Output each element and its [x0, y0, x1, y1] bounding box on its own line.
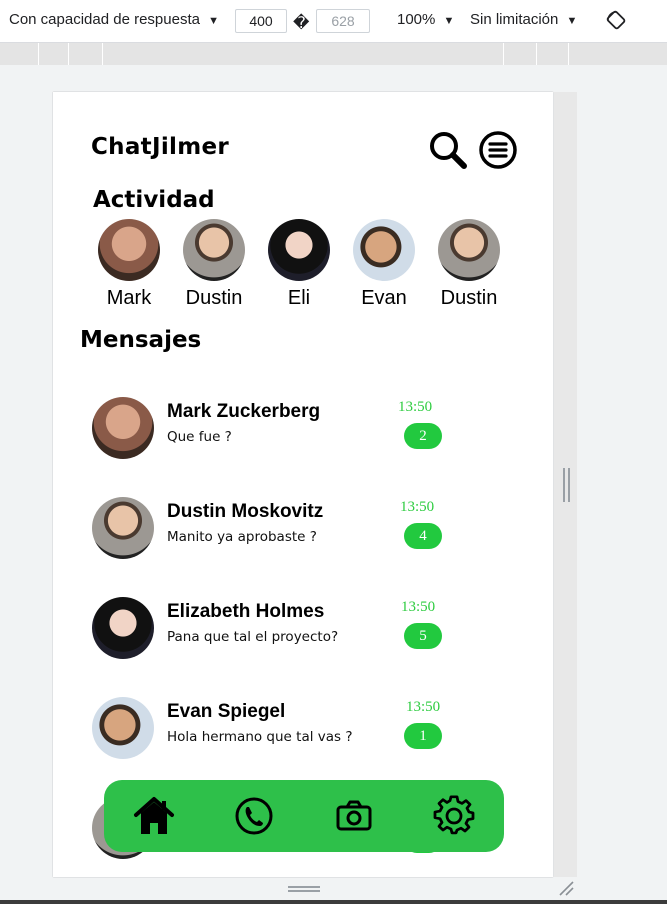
- story-name: Evan: [361, 287, 407, 309]
- message-time: 13:50: [398, 399, 433, 415]
- camera-icon[interactable]: [333, 795, 375, 837]
- chat-item[interactable]: Evan Spiegel Hola hermano que tal vas ? …: [92, 697, 512, 761]
- avatar: [92, 397, 154, 459]
- avatar: [98, 219, 160, 281]
- activity-title: Actividad: [93, 187, 215, 213]
- message-preview: Hola hermano que tal vas ?: [167, 729, 353, 745]
- avatar: [183, 219, 245, 281]
- message-preview: Pana que tal el proyecto?: [167, 629, 339, 645]
- unread-badge: 4: [404, 523, 442, 549]
- avatar: [92, 497, 154, 559]
- home-icon[interactable]: [133, 795, 175, 837]
- unread-badge: 2: [404, 423, 442, 449]
- device-mode-label: Con capacidad de respuesta: [9, 11, 200, 28]
- menu-icon[interactable]: [478, 130, 518, 170]
- corner-resize-handle[interactable]: [558, 880, 574, 896]
- unread-badge: 5: [404, 623, 442, 649]
- unread-badge: 1: [404, 723, 442, 749]
- chat-item[interactable]: Dustin Moskovitz Manito ya aprobaste ? 1…: [92, 497, 512, 561]
- app-title: ChatJilmer: [91, 134, 230, 160]
- throttle-select[interactable]: Sin limitación ▼: [470, 11, 577, 28]
- zoom-select[interactable]: 100% ▼: [397, 11, 454, 28]
- dimension-separator: �: [293, 15, 310, 32]
- message-time: 13:50: [400, 499, 435, 515]
- message-preview: Que fue ?: [167, 429, 232, 445]
- devtools-toolbar: Con capacidad de respuesta ▼ 400 � 628 1…: [0, 0, 667, 43]
- throttle-label: Sin limitación: [470, 11, 559, 28]
- story-item[interactable]: Eli: [259, 219, 339, 310]
- contact-name: Elizabeth Holmes: [167, 601, 325, 622]
- messages-title: Mensajes: [80, 327, 202, 353]
- avatar: [268, 219, 330, 281]
- story-item[interactable]: Mark: [89, 219, 169, 310]
- phone-icon[interactable]: [233, 795, 275, 837]
- avatar: [92, 597, 154, 659]
- message-preview: Manito ya aprobaste ?: [167, 529, 317, 545]
- message-time: 13:50: [401, 599, 436, 615]
- zoom-label: 100%: [397, 11, 436, 28]
- avatar: [438, 219, 500, 281]
- rotate-icon[interactable]: [606, 10, 626, 30]
- message-time: 13:50: [406, 699, 441, 715]
- story-name: Eli: [287, 287, 311, 309]
- story-item[interactable]: Evan: [344, 219, 424, 310]
- story-name: Mark: [106, 287, 152, 309]
- chat-item[interactable]: Mark Zuckerberg Que fue ? 13:50 2: [92, 397, 512, 461]
- width-input[interactable]: 400: [235, 9, 287, 33]
- chevron-down-icon: ▼: [443, 15, 455, 27]
- contact-name: Mark Zuckerberg: [167, 401, 321, 422]
- media-query-bar[interactable]: [0, 43, 667, 65]
- device-viewport: ChatJilmer Actividad Mark Dustin Eli Eva…: [53, 92, 553, 877]
- story-item[interactable]: Dustin: [174, 219, 254, 310]
- chevron-down-icon: ▼: [566, 15, 578, 27]
- avatar: [353, 219, 415, 281]
- search-icon[interactable]: [428, 130, 468, 170]
- story-name: Dustin: [440, 287, 498, 309]
- contact-name: Dustin Moskovitz: [167, 501, 324, 522]
- story-item[interactable]: Dustin: [429, 219, 509, 310]
- bottom-nav: [104, 780, 504, 852]
- right-resize-handle[interactable]: [563, 468, 570, 502]
- contact-name: Evan Spiegel: [167, 701, 286, 722]
- story-name: Dustin: [185, 287, 243, 309]
- settings-icon[interactable]: [433, 795, 475, 837]
- device-mode-select[interactable]: Con capacidad de respuesta ▼: [9, 11, 219, 28]
- chevron-down-icon: ▼: [208, 15, 220, 27]
- bottom-resize-handle[interactable]: [288, 886, 320, 892]
- window-edge: [0, 900, 667, 904]
- height-input[interactable]: 628: [316, 9, 370, 33]
- chat-item[interactable]: Elizabeth Holmes Pana que tal el proyect…: [92, 597, 512, 661]
- avatar: [92, 697, 154, 759]
